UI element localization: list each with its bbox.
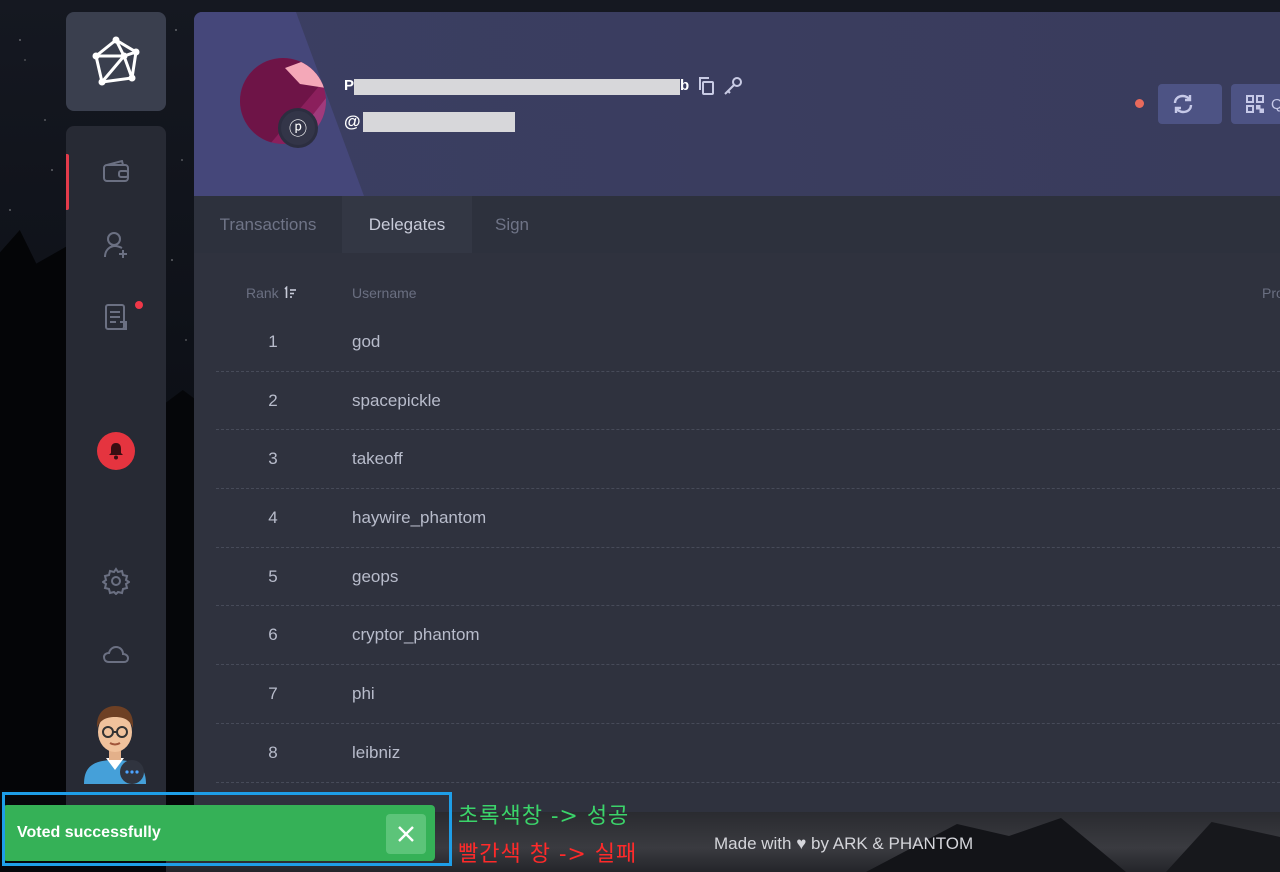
delegate-rank: 5 [268,566,278,586]
refresh-icon [1173,94,1193,114]
bell-icon [109,443,123,460]
table-row[interactable]: 1 god [216,313,1280,372]
ark-logo-icon [92,36,140,85]
wallet-icon [103,160,129,182]
wallet-address: Pb [344,77,690,95]
tab-transactions[interactable]: Transactions [194,196,342,253]
delegate-username: geops [352,566,399,586]
cloud-icon [102,645,130,663]
made-with-text: Made with ♥ by ARK & PHANTOM [714,834,974,853]
delegate-rank: 2 [268,390,278,410]
table-row[interactable]: 2 spacepickle [216,372,1280,431]
user-avatar-icon [84,706,146,784]
key-icon[interactable] [723,76,743,96]
table-row[interactable]: 6 cryptor_phantom [216,606,1280,666]
mountain-silhouette [0,230,66,790]
delegate-rank: 7 [268,683,278,703]
sidebar-item-network[interactable] [66,619,166,691]
column-header-username[interactable]: Username [352,285,417,301]
wallet-name-row: @ [344,112,515,132]
annotation-highlight-box [2,792,452,866]
announcement-unread-dot [135,301,143,309]
annotation-failure-note: 빨간색 창 -> 실패 [458,842,638,867]
delegate-rows: 1 god 2 spacepickle 3 takeoff 4 haywire_phan… [216,313,1280,783]
delegate-rank: 6 [268,625,278,645]
network-badge: ⓟ [278,108,318,148]
delegate-username: god [352,331,381,351]
wallet-name-prefix: @ [344,112,361,131]
tab-delegates[interactable]: Delegates [342,196,472,253]
delegate-username: cryptor_phantom [352,625,480,645]
wallet-name-redacted [362,112,515,132]
column-header-rank[interactable]: Rank [246,285,297,301]
table-header: Rank Username Pro [194,283,1280,307]
wallet-header: ⓟ Pb @ Q [194,12,1280,196]
footer-mountain-right [1166,822,1280,872]
qr-code-button[interactable]: Q [1231,84,1280,124]
qr-code-label: Q [1271,95,1280,113]
table-row[interactable]: 4 haywire_phantom [216,489,1280,548]
refresh-button[interactable] [1158,84,1222,124]
wallet-address-row: Pb [344,76,743,96]
delegates-table: Rank Username Pro 1 god 2 spacepickle 3 tak… [194,253,1280,812]
wallet-tabs: Transactions Delegates Sign [194,196,1280,253]
profile-avatar[interactable] [82,700,148,784]
delegate-rank: 8 [268,742,278,762]
gear-icon [102,567,130,595]
sidebar-item-contacts[interactable] [66,209,166,281]
delegate-username: phi [352,683,375,703]
sidebar-item-wallets[interactable] [66,136,166,210]
app-logo[interactable] [66,12,166,111]
notification-bell-button[interactable] [97,432,135,470]
sidebar [66,126,166,812]
document-icon [105,304,127,330]
sort-ascending-icon [284,286,296,298]
delegate-rank: 1 [268,331,278,351]
copy-icon[interactable] [697,76,715,96]
column-header-productivity[interactable]: Pro [1262,285,1280,301]
rank-header-label: Rank [246,285,279,301]
sidebar-item-announcements[interactable] [66,281,166,353]
table-row[interactable]: 3 takeoff [216,430,1280,490]
add-contact-icon [104,232,127,258]
delegate-username: leibniz [352,742,401,762]
delegate-username: spacepickle [352,390,441,410]
qr-code-icon [1246,95,1264,113]
tab-sign[interactable]: Sign [472,196,552,253]
delegate-username: takeoff [352,449,403,469]
table-row[interactable]: 7 phi [216,665,1280,724]
network-status-dot [1135,99,1144,108]
table-row[interactable]: 5 geops [216,548,1280,607]
delegate-rank: 4 [268,507,278,527]
delegate-username: haywire_phantom [352,507,487,527]
mountain-silhouette-right [166,390,194,810]
delegate-rank: 3 [268,449,278,469]
sidebar-item-settings[interactable] [66,545,166,617]
annotation-success-note: 초록색창 -> 성공 [458,804,630,829]
table-row[interactable]: 8 leibniz [216,724,1280,783]
network-p-icon: ⓟ [289,119,307,139]
